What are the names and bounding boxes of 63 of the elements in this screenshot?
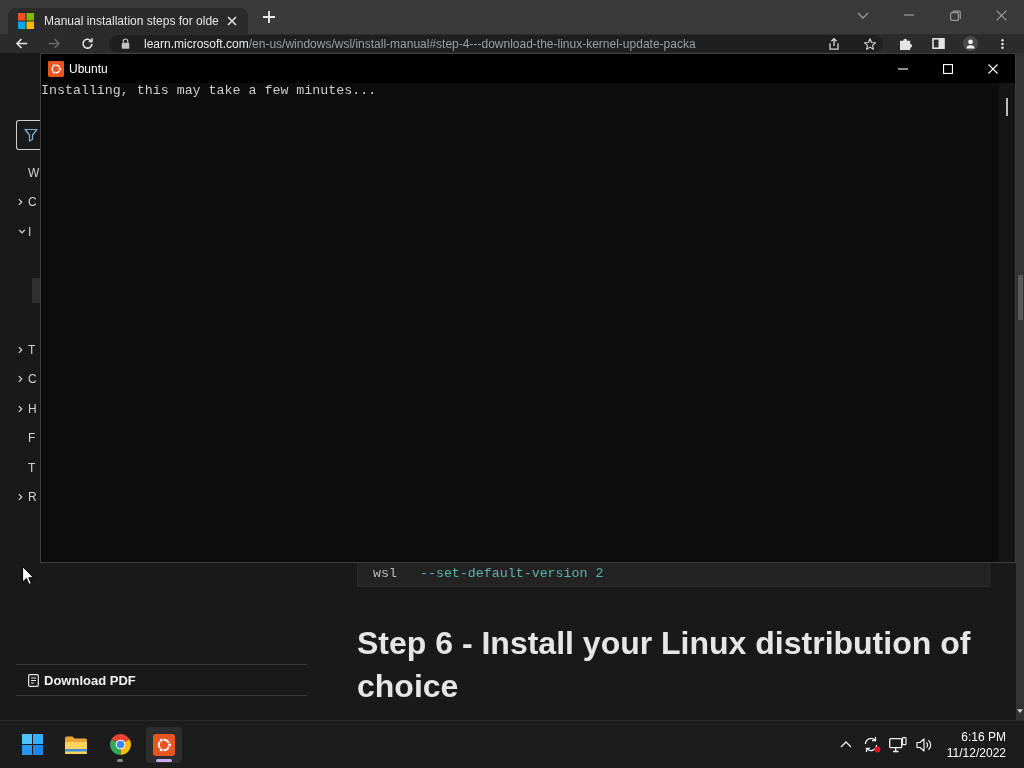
lock-icon [121,38,130,49]
side-panel-icon [931,38,945,49]
nav-link[interactable]: T [28,460,36,475]
nav-link[interactable]: H [28,401,37,416]
reload-icon [80,37,94,50]
chevron-right-icon[interactable] [18,493,23,502]
chevron-right-icon[interactable] [18,198,23,207]
address-bar[interactable]: learn.microsoft.com/en-us/windows/wsl/install-manual#step-4---download-the-linux-kernel-update-packa [109,35,883,52]
nav-link[interactable]: C [28,195,37,210]
nav-link[interactable]: I [28,224,32,239]
nav-link[interactable]: F [28,431,36,446]
clock-time[interactable]: 6:16 PM [961,728,1006,745]
scroll-down-arrow-icon[interactable] [1017,709,1023,713]
code-argument: --set-default-version 2 [419,566,604,583]
close-icon [987,63,998,74]
nav-link[interactable]: C [28,372,37,387]
chrome-icon [109,734,131,755]
ubuntu-icon [153,733,175,756]
terminal-output-line: Installing, this may take a few minutes... [41,83,378,99]
sync-icon [862,736,881,753]
chevron-down-icon[interactable] [18,229,26,235]
arrow-left-icon [14,37,28,50]
close-icon [995,9,1007,21]
code-command: wsl [373,566,397,583]
browser-tab[interactable]: Manual installation steps for olde [8,8,248,34]
scrollbar-thumb[interactable] [1017,275,1023,320]
folder-icon [65,735,87,754]
star-icon [864,37,876,50]
minimize-icon [897,67,908,70]
chevron-right-icon[interactable] [18,345,23,354]
microsoft-logo-icon [18,13,34,29]
arrow-right-icon [47,37,61,50]
close-icon[interactable] [227,16,237,26]
terminal-scrollbar-thumb[interactable] [1006,98,1008,116]
ubuntu-button[interactable] [146,726,182,763]
maximize-icon [942,63,953,74]
filter-icon [24,128,38,142]
chevron-right-icon[interactable] [18,404,23,413]
speaker-icon [915,736,932,753]
nav-link[interactable]: T [28,342,36,357]
plus-icon [262,10,276,24]
minimize-icon [904,14,914,16]
mouse-pointer-icon [22,566,34,585]
windows-logo-icon [21,734,43,755]
document-icon [28,673,39,687]
terminal-scrollbar[interactable] [999,83,1015,562]
ubuntu-icon [48,60,64,77]
clock-date[interactable]: 11/12/2022 [946,744,1006,761]
section-heading: Step 6 - Install your Linux distribution of choice [357,624,972,706]
share-icon [829,37,839,50]
nav-link[interactable]: R [28,490,37,505]
restore-icon [949,9,961,21]
chevron-right-icon[interactable] [18,375,23,384]
window-title: Ubuntu [69,61,108,76]
puzzle-icon [899,37,913,50]
caret-down-icon [857,11,869,19]
monitor-icon [888,736,907,753]
chevron-up-icon [839,741,852,748]
avatar-icon [962,36,978,51]
download-pdf-link[interactable]: Download PDF [28,672,136,688]
kebab-menu-icon [1000,37,1004,50]
nav-link[interactable]: W [28,165,40,180]
scrollbar-track[interactable] [1016,53,1024,720]
